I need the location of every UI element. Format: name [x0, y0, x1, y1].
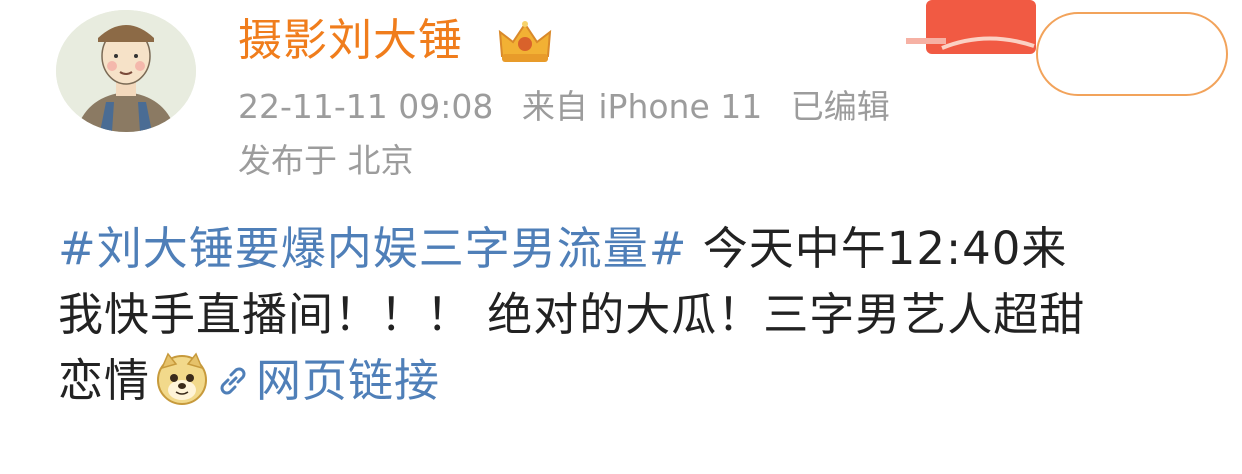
username[interactable]: 摄影刘大锤 — [238, 14, 463, 68]
link-icon — [214, 352, 252, 395]
post-line-3: 恋情 网页链接 — [58, 348, 1228, 414]
post-meta: 22-11-11 09:08 来自 iPhone 11 已编辑 — [238, 86, 908, 128]
post-text-1: 今天中午12:40来 — [687, 222, 1068, 275]
web-link-label: 网页链接 — [256, 354, 441, 407]
decorative-banner — [906, 0, 1056, 60]
topic-hashtag-link[interactable]: #刘大锤要爆内娱三字男流量# — [58, 222, 687, 275]
post-source: 来自 iPhone 11 — [521, 87, 763, 126]
post-timestamp: 22-11-11 09:08 — [238, 87, 494, 126]
crown-badge-icon[interactable] — [496, 18, 554, 66]
post-text-2: 我快手直播间！！！ 绝对的大瓜！三字男艺人超甜 — [58, 288, 1086, 341]
post-line-2: 我快手直播间！！！ 绝对的大瓜！三字男艺人超甜 — [58, 282, 1228, 348]
post-location: 发布于 北京 — [238, 141, 414, 180]
web-link[interactable]: 网页链接 — [214, 354, 440, 407]
follow-button[interactable] — [1036, 12, 1228, 96]
post-text-3: 恋情 — [58, 354, 151, 407]
doge-emoji-icon — [154, 350, 210, 406]
avatar[interactable] — [56, 10, 196, 132]
avatar-illustration — [56, 10, 196, 132]
edited-label[interactable]: 已编辑 — [791, 87, 890, 126]
post-content: #刘大锤要爆内娱三字男流量# 今天中午12:40来 我快手直播间！！！ 绝对的大… — [58, 216, 1228, 414]
post-line-1: #刘大锤要爆内娱三字男流量# 今天中午12:40来 — [58, 216, 1228, 282]
